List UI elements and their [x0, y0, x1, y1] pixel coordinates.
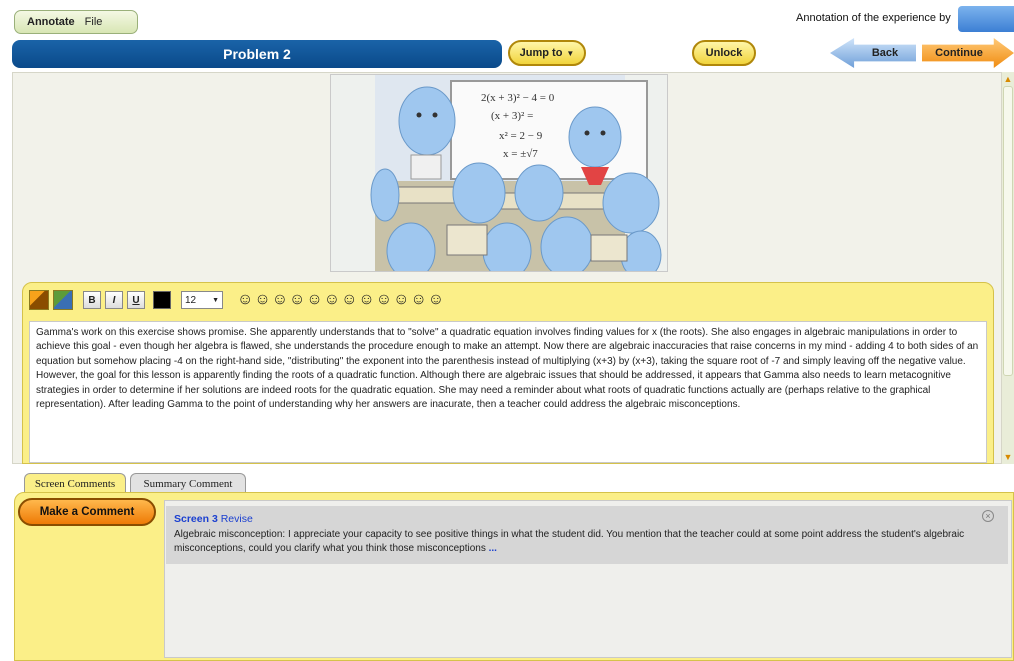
scrollbar-thumb[interactable]: [1003, 86, 1013, 376]
unlock-button[interactable]: Unlock: [692, 40, 756, 66]
picture-icon[interactable]: [53, 290, 73, 310]
emoticon-wink-icon[interactable]: ☺: [376, 291, 392, 309]
continue-button[interactable]: Continue: [922, 38, 1014, 68]
chevron-down-icon: ▼: [212, 296, 219, 304]
emoticon-cool-icon[interactable]: ☺: [393, 291, 409, 309]
annotation-text-area[interactable]: Gamma's work on this exercise shows prom…: [29, 321, 987, 463]
emoticon-grin-icon[interactable]: ☺: [272, 291, 288, 309]
scroll-up-icon[interactable]: ▲: [1003, 74, 1013, 84]
board-line-4: x = ±√7: [503, 148, 538, 160]
pencil-icon[interactable]: [29, 290, 49, 310]
classroom-illustration: 2(x + 3)² − 4 = 0 (x + 3)² = x² = 2 − 9 …: [330, 74, 668, 272]
continue-label: Continue: [935, 47, 983, 59]
annotate-menu[interactable]: Annotate: [27, 16, 75, 28]
emoticon-angry-icon[interactable]: ☺: [324, 291, 340, 309]
jump-to-button[interactable]: Jump to ▼: [508, 40, 586, 66]
make-comment-button[interactable]: Make a Comment: [18, 498, 156, 526]
jump-to-label: Jump to: [519, 47, 563, 59]
board-line-3: x² = 2 − 9: [499, 130, 543, 142]
chevron-down-icon: ▼: [566, 48, 575, 58]
emoticon-sad-icon[interactable]: ☺: [306, 291, 322, 309]
bold-button[interactable]: B: [83, 291, 101, 309]
tab-screen-comments[interactable]: Screen Comments: [24, 473, 126, 493]
italic-button[interactable]: I: [105, 291, 123, 309]
annotator-name-badge: [958, 6, 1014, 32]
problem-title: Problem 2: [223, 46, 291, 62]
comment-body: Algebraic misconception: I appreciate yo…: [174, 528, 1000, 556]
tab-summary-comment[interactable]: Summary Comment: [130, 473, 246, 493]
scroll-down-icon[interactable]: ▼: [1003, 452, 1013, 462]
board-line-1: 2(x + 3)² − 4 = 0: [481, 92, 555, 104]
file-menu[interactable]: File: [85, 16, 103, 28]
comment-header: Screen 3 Revise: [174, 512, 1000, 526]
editor-toolbar: B I U 12 ▼ ☺ ☺ ☺ ☺ ☺ ☺ ☺ ☺ ☺ ☺ ☺ ☺: [29, 289, 444, 311]
problem-title-bar: Problem 2: [12, 40, 502, 68]
board-line-2: (x + 3)² =: [491, 110, 533, 122]
emoticon-sleepy-icon[interactable]: ☺: [428, 291, 444, 309]
comment-text: Algebraic misconception: I appreciate yo…: [174, 529, 965, 554]
unlock-label: Unlock: [705, 47, 743, 59]
emoticon-surprised-icon[interactable]: ☺: [341, 291, 357, 309]
emoticon-happy-icon[interactable]: ☺: [254, 291, 270, 309]
underline-button[interactable]: U: [127, 291, 145, 309]
viewer-scrollbar[interactable]: ▲ ▼: [1002, 72, 1014, 464]
annotation-editor: B I U 12 ▼ ☺ ☺ ☺ ☺ ☺ ☺ ☺ ☺ ☺ ☺ ☺ ☺ Gamma…: [22, 282, 994, 464]
back-label: Back: [871, 47, 899, 59]
emoticon-cry-icon[interactable]: ☺: [410, 291, 426, 309]
comment-item: Screen 3 Revise Algebraic misconception:…: [166, 506, 1008, 564]
back-button[interactable]: Back: [830, 38, 916, 68]
annotation-by-label: Annotation of the experience by: [796, 12, 951, 24]
close-icon[interactable]: ×: [982, 510, 994, 522]
emoticon-smile-icon[interactable]: ☺: [237, 291, 253, 309]
emoticon-bar: ☺ ☺ ☺ ☺ ☺ ☺ ☺ ☺ ☺ ☺ ☺ ☺: [237, 291, 444, 309]
emoticon-neutral-icon[interactable]: ☺: [289, 291, 305, 309]
comment-screen-link[interactable]: Screen 3: [174, 513, 218, 525]
classroom-scene-image: 2(x + 3)² − 4 = 0 (x + 3)² = x² = 2 − 9 …: [331, 75, 667, 271]
comment-more-link[interactable]: ...: [489, 543, 497, 554]
text-color-picker[interactable]: [153, 291, 171, 309]
font-size-select[interactable]: 12 ▼: [181, 291, 223, 309]
emoticon-confused-icon[interactable]: ☺: [358, 291, 374, 309]
font-size-value: 12: [185, 294, 197, 306]
comment-revise-link[interactable]: Revise: [221, 513, 253, 525]
top-menu-bar: Annotate File: [14, 10, 138, 34]
